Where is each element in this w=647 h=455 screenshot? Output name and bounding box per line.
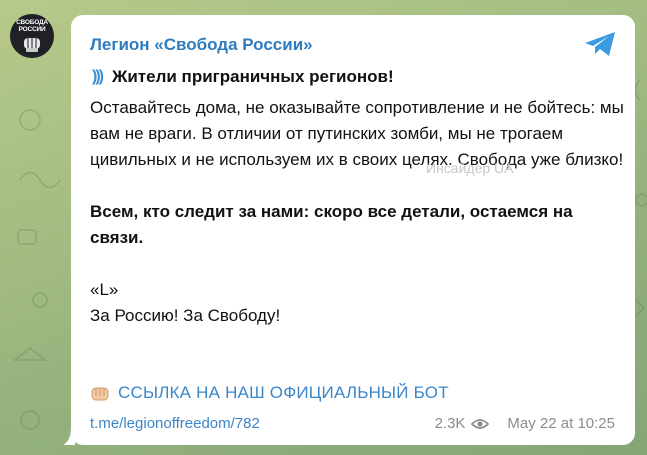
timestamp: May 22 at 10:25: [507, 415, 615, 432]
eye-icon: [471, 418, 490, 430]
message-meta: 2.3K May 22 at 10:25: [435, 415, 615, 432]
channel-avatar[interactable]: СВОБОДА РОССИИ: [10, 14, 54, 58]
channel-name[interactable]: Легион «Свобода России»: [90, 35, 313, 55]
slogan: За Россию! За Свободу!: [90, 306, 281, 325]
views-count: 2.3K: [434, 415, 466, 432]
fist-emoji-icon: [91, 387, 109, 401]
message-permalink[interactable]: t.me/legionoffreedom/782: [90, 415, 260, 432]
message-heading: ))) Жители приграничных регионов!: [90, 67, 394, 87]
bot-link-text[interactable]: ССЫЛКА НА НАШ ОФИЦИАЛЬНЫЙ БОТ: [118, 383, 449, 403]
heading-text: Жители приграничных регионов!: [111, 67, 394, 86]
signal-waves-icon: ))): [92, 68, 104, 85]
message-body: Оставайтесь дома, не оказывайте сопротив…: [90, 95, 625, 329]
avatar-logo-text: СВОБОДА РОССИИ: [16, 19, 48, 33]
signature: «L»: [90, 280, 119, 299]
bubble-tail: [63, 427, 75, 445]
telegram-share-icon[interactable]: [583, 31, 617, 57]
watermark: Инсайдер UA: [426, 160, 514, 176]
message-paragraph-bold: Всем, кто следит за нами: скоро все дета…: [90, 202, 573, 247]
fist-logo-icon: [24, 38, 40, 52]
message-paragraph: Оставайтесь дома, не оказывайте сопротив…: [90, 98, 624, 169]
bot-link[interactable]: ССЫЛКА НА НАШ ОФИЦИАЛЬНЫЙ БОТ: [90, 383, 449, 403]
message-bubble: Легион «Свобода России» ))) Жители пригр…: [71, 15, 635, 445]
